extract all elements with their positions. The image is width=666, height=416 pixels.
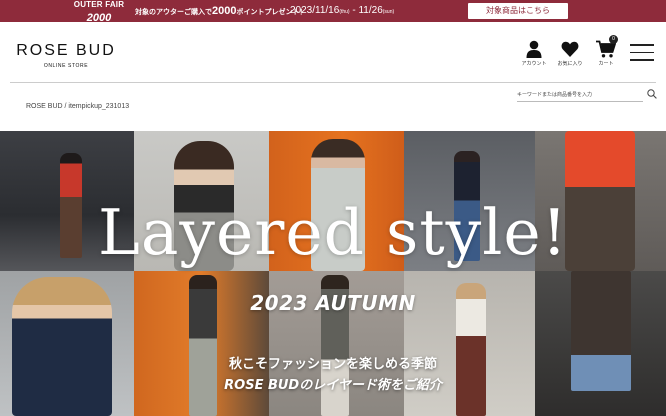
hamburger-icon-line (630, 51, 654, 53)
breadcrumb: ROSE BUD / itempickup_231013 (26, 103, 129, 110)
cart-button[interactable]: 0 カート (592, 35, 620, 67)
header-divider (10, 82, 656, 83)
favorites-label: お気に入り (557, 61, 583, 67)
hero-copy-line2: ROSE BUDのレイヤード術をご紹介 (224, 378, 442, 393)
promo-dates: 2023/11/16(thu) - 11/26(sun) (290, 5, 395, 16)
hero-copy-line1: 秋こそファッションを楽しめる季節 (228, 357, 437, 372)
breadcrumb-home-link[interactable]: ROSE BUD (26, 103, 63, 110)
hamburger-icon-line (630, 59, 654, 61)
hamburger-menu-button[interactable] (630, 44, 654, 62)
hero-headline: Layered style! (97, 196, 568, 269)
fair-unit: POINT PRESENT (82, 26, 116, 31)
site-logo[interactable]: ROSE BUD ONLINE STORE (10, 42, 122, 70)
hero-subheading: 2023 AUTUMN (250, 291, 416, 315)
promo-banner: OUTER FAIR 2000 POINT PRESENT 対象のアウターご購入… (0, 0, 666, 31)
promo-points: 2000 (212, 5, 237, 17)
hamburger-icon-line (630, 44, 654, 46)
cart-label: カート (598, 61, 614, 67)
logo-name: ROSE BUD (16, 42, 116, 59)
hero-banner[interactable]: Layered style! 2023 AUTUMN 秋こそファッションを楽しめ… (0, 131, 666, 416)
favorites-button[interactable]: お気に入り (556, 40, 584, 67)
search-bar (517, 89, 657, 102)
search-icon[interactable] (647, 89, 657, 99)
search-input[interactable] (517, 89, 643, 102)
heart-icon (561, 41, 579, 57)
cart-count-badge: 0 (609, 35, 618, 44)
fair-points: 2000 (86, 12, 112, 24)
breadcrumb-current: itempickup_231013 (68, 103, 130, 110)
fair-title: OUTER FAIR (73, 0, 125, 9)
account-button[interactable]: アカウント (520, 40, 548, 67)
outer-fair-badge: OUTER FAIR 2000 POINT PRESENT (70, 1, 128, 41)
account-label: アカウント (521, 61, 547, 67)
promo-target-items-button[interactable]: 対象商品はこちら (468, 3, 568, 19)
promo-message: 対象のアウターご購入で2000ポイントプレゼント！ (135, 5, 307, 17)
logo-sub: ONLINE STORE (43, 63, 89, 69)
person-icon (526, 40, 542, 58)
